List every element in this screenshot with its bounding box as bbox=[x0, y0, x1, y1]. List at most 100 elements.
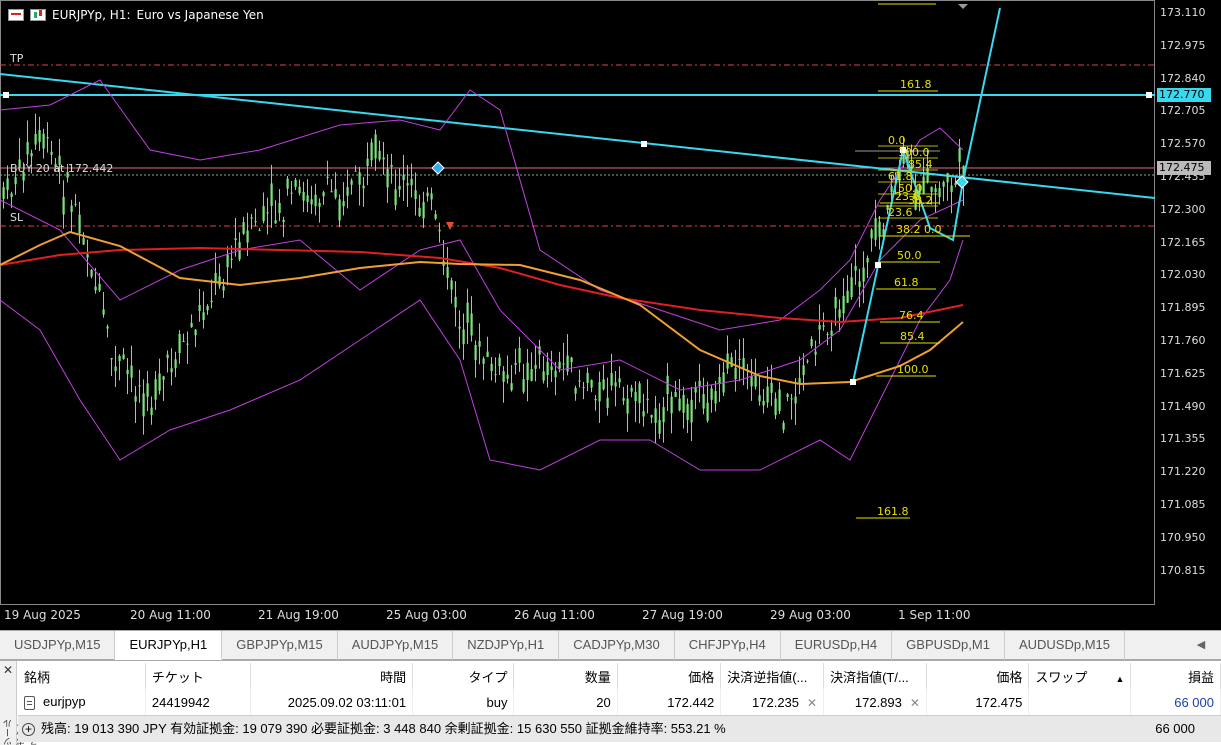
candle-body bbox=[474, 345, 477, 361]
candle-body bbox=[158, 373, 161, 391]
cell-tp[interactable]: 172.893 ✕ bbox=[823, 689, 927, 715]
candle-body bbox=[426, 192, 429, 197]
clear-sl-icon[interactable]: ✕ bbox=[807, 696, 817, 710]
column-header[interactable]: 価格 bbox=[926, 663, 1030, 689]
price-chart[interactable]: TP SL BUY 20 at 172.442 161.8 100.0 85.4 76.4 6… bbox=[0, 0, 1221, 630]
candle-body bbox=[418, 207, 421, 217]
column-header[interactable]: 時間 bbox=[250, 663, 414, 689]
candle-body bbox=[830, 330, 833, 336]
candle-body bbox=[66, 171, 69, 178]
candle-body bbox=[534, 364, 537, 369]
time-tick-label: 27 Aug 19:00 bbox=[642, 608, 723, 622]
expand-icon[interactable]: + bbox=[22, 723, 35, 737]
tabs-scroll-left-icon[interactable]: ◀ bbox=[1181, 631, 1221, 659]
tab-chart[interactable]: CHFJPYp,H4 bbox=[675, 631, 781, 660]
candle-body bbox=[738, 358, 741, 360]
candle-body bbox=[130, 365, 133, 378]
candle-body bbox=[346, 187, 349, 196]
candle-body bbox=[478, 341, 481, 347]
candle-body bbox=[562, 363, 565, 365]
candle-body bbox=[150, 407, 153, 416]
cell-symbol[interactable]: eurjpyp bbox=[18, 689, 146, 715]
column-header[interactable]: 数量 bbox=[513, 663, 618, 689]
candle-body bbox=[710, 388, 713, 400]
price-tick-label: 172.705 bbox=[1160, 104, 1206, 118]
cell-sl[interactable]: 172.235 ✕ bbox=[720, 689, 825, 715]
bollinger-lower bbox=[0, 239, 964, 471]
candle-body bbox=[394, 189, 397, 206]
candle-body bbox=[498, 357, 501, 367]
tab-chart[interactable]: NZDJPYp,H1 bbox=[453, 631, 560, 660]
candle-body bbox=[942, 181, 945, 187]
candle-body bbox=[286, 178, 289, 189]
close-icon[interactable]: ✕ bbox=[3, 663, 13, 677]
tab-chart[interactable]: EURUSDp,H4 bbox=[781, 631, 893, 660]
candle-body bbox=[462, 329, 465, 345]
column-header[interactable]: 決済指値(T/... bbox=[823, 663, 927, 689]
candle-body bbox=[170, 368, 173, 373]
candle-body bbox=[490, 363, 493, 372]
candle-body bbox=[742, 358, 745, 369]
candle-body bbox=[246, 230, 249, 243]
candle-body bbox=[182, 341, 185, 343]
candle-body bbox=[758, 395, 761, 402]
column-header[interactable]: 決済逆指値(... bbox=[720, 663, 825, 689]
candle-body bbox=[430, 193, 433, 200]
candle-body bbox=[870, 229, 873, 239]
candle-body bbox=[750, 376, 753, 387]
candle-body bbox=[50, 151, 53, 155]
candle-body bbox=[922, 176, 925, 195]
candle-body bbox=[862, 267, 865, 282]
candle-body bbox=[6, 178, 9, 191]
candle-body bbox=[446, 267, 449, 278]
candle-body bbox=[762, 400, 765, 406]
column-header[interactable]: 価格 bbox=[617, 663, 722, 689]
bollinger-middle bbox=[0, 199, 964, 391]
column-header[interactable]: タイプ bbox=[412, 663, 515, 689]
candle-body bbox=[358, 172, 361, 185]
chart-type-icon bbox=[30, 9, 46, 21]
candle-body bbox=[14, 177, 17, 185]
tab-chart[interactable]: EURJPYp,H1 bbox=[115, 631, 223, 660]
candle-body bbox=[434, 214, 437, 219]
position-row[interactable]: eurjpyp 24419942 2025.09.02 03:11:01 buy… bbox=[18, 689, 1221, 715]
candle-body bbox=[422, 202, 425, 219]
candle-body bbox=[282, 219, 285, 223]
candle-body bbox=[74, 203, 77, 205]
candle-body bbox=[266, 212, 269, 214]
candle-body bbox=[398, 185, 401, 190]
price-tick-label: 171.760 bbox=[1160, 334, 1206, 347]
chart-canvas[interactable]: TP SL BUY 20 at 172.442 161.8 100.0 85.4 76.4 6… bbox=[0, 0, 1221, 630]
tab-chart[interactable]: AUDJPYp,M15 bbox=[338, 631, 454, 660]
candle-body bbox=[210, 300, 213, 303]
tab-chart[interactable]: GBPJPYp,M15 bbox=[222, 631, 338, 660]
tab-chart[interactable]: CADJPYp,M30 bbox=[559, 631, 675, 660]
candle-body bbox=[634, 392, 637, 402]
column-header[interactable]: スワップ ▲ bbox=[1028, 663, 1132, 689]
candle-body bbox=[546, 361, 549, 376]
candle-body bbox=[454, 296, 457, 308]
candle-body bbox=[834, 296, 837, 309]
column-header[interactable]: 銘柄 bbox=[18, 663, 146, 689]
tab-chart[interactable]: USDJPYp,M15 bbox=[0, 631, 116, 660]
cell-swap bbox=[1028, 689, 1132, 715]
clear-tp-icon[interactable]: ✕ bbox=[910, 696, 920, 710]
candle-body bbox=[482, 358, 485, 364]
symbol-value: eurjpyp bbox=[43, 694, 86, 710]
level-price-tag: 172.770 bbox=[1157, 88, 1211, 102]
candle-body bbox=[950, 185, 953, 193]
column-header[interactable]: チケット bbox=[145, 663, 252, 689]
candle-body bbox=[778, 389, 781, 411]
candle-body bbox=[470, 313, 473, 336]
candle-body bbox=[386, 168, 389, 188]
candle-body bbox=[686, 403, 689, 420]
candle-body bbox=[146, 383, 149, 397]
candle-body bbox=[402, 175, 405, 181]
account-summary: + 残高: 19 013 390 JPY 有効証拠金: 19 079 390 必要… bbox=[18, 715, 1221, 742]
document-icon bbox=[24, 695, 35, 710]
column-header[interactable]: 損益 bbox=[1130, 663, 1221, 689]
tab-chart[interactable]: GBPUSDp,M1 bbox=[892, 631, 1005, 660]
candle-body bbox=[94, 286, 97, 291]
candle-body bbox=[714, 390, 717, 404]
tab-chart[interactable]: AUDUSDp,M15 bbox=[1005, 631, 1125, 660]
